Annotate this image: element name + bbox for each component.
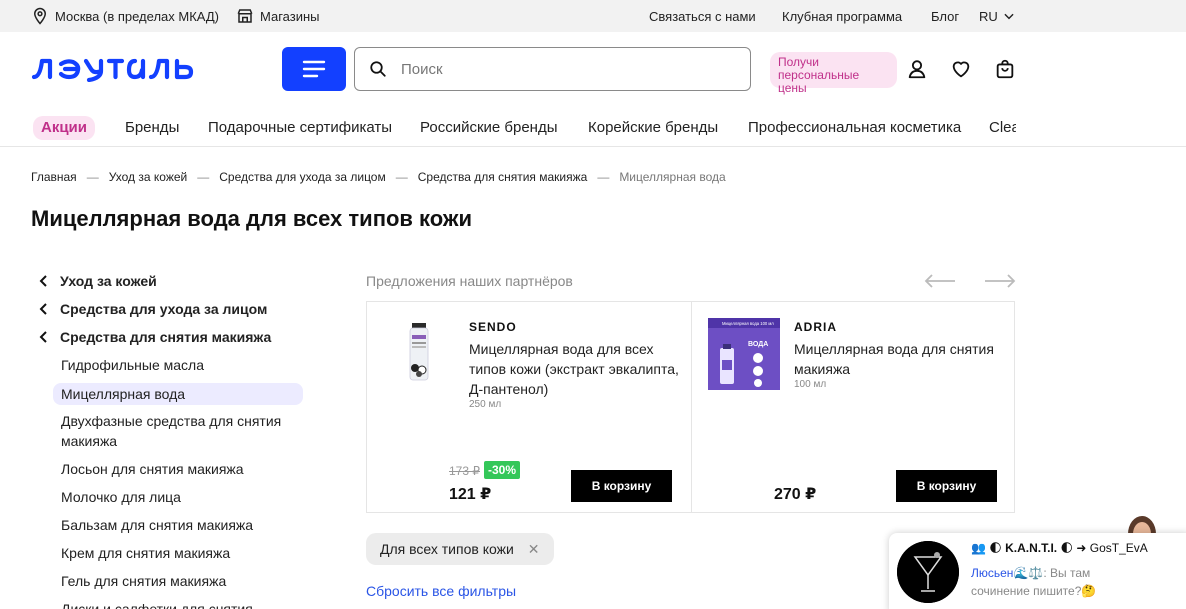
sidebar-item-milk[interactable]: Молочко для лица [61, 487, 311, 507]
catalog-menu-button[interactable] [282, 47, 346, 91]
personal-prices-promo[interactable]: Получи персональные цены [770, 52, 897, 95]
add-to-cart-button[interactable]: В корзину [571, 470, 672, 502]
header-divider [0, 146, 1186, 147]
chat-title-name: K.A.N.T.I. [1005, 541, 1058, 555]
sidebar-item-cleansing-oils[interactable]: Гидрофильные масла [61, 355, 311, 375]
arrow-right-icon[interactable] [984, 274, 1016, 288]
product-volume: 250 мл [469, 399, 502, 410]
sidebar-item-lotion[interactable]: Лосьон для снятия макияжа [61, 459, 311, 479]
sidebar-back-label: Уход за кожей [60, 273, 157, 289]
stores-label: Магазины [260, 8, 320, 24]
active-filter-chip[interactable]: Для всех типов кожи ✕ [366, 533, 554, 565]
language-select[interactable]: RU [979, 0, 1022, 32]
user-icon[interactable] [906, 58, 928, 80]
store-icon [237, 9, 253, 23]
breadcrumb-skincare[interactable]: Уход за кожей [109, 170, 188, 184]
product-volume: 100 мл [794, 379, 827, 390]
close-icon[interactable]: ✕ [528, 541, 540, 558]
product-price: 270 ₽ [774, 486, 817, 503]
blog-link[interactable]: Блог [931, 0, 959, 32]
chat-recipient: ➜ GosT_EvA [1076, 541, 1148, 555]
club-program-link[interactable]: Клубная программа [782, 0, 902, 32]
breadcrumb-separator: — [597, 170, 610, 184]
search-box[interactable] [354, 47, 751, 91]
product-price: 121 ₽ [449, 486, 492, 503]
sidebar-back-face-care[interactable]: Средства для ухода за лицом [36, 301, 267, 317]
arrow-left-icon[interactable] [924, 274, 956, 288]
menu-icon [302, 60, 326, 78]
cart-icon[interactable] [994, 58, 1016, 80]
product-image-adria: Мицеллярная вода 100 мл ВОДА [708, 318, 780, 390]
map-pin-icon [33, 7, 47, 25]
partners-title: Предложения наших партнёров [366, 273, 573, 289]
nav-item-brands[interactable]: Бренды [125, 116, 179, 140]
nav-item-korean-brands[interactable]: Корейские бренды [588, 116, 718, 140]
breadcrumb-home[interactable]: Главная [31, 170, 77, 184]
breadcrumb: Главная — Уход за кожей — Средства для у… [31, 170, 726, 184]
product-brand: ADRIA [794, 320, 837, 334]
old-price: 173 ₽ [449, 464, 480, 478]
sidebar-item-cream[interactable]: Крем для снятия макияжа [61, 543, 311, 563]
reset-filters-link[interactable]: Сбросить все фильтры [366, 583, 516, 599]
letual-logo[interactable] [31, 56, 203, 82]
nav-item-clean[interactable]: Clean [989, 116, 1016, 140]
chevron-down-icon [1004, 13, 1014, 20]
sidebar-back-skincare[interactable]: Уход за кожей [36, 273, 157, 289]
sidebar-back-makeup-removal[interactable]: Средства для снятия макияжа [36, 329, 271, 345]
location-label: Москва (в пределах МКАД) [55, 8, 220, 24]
group-icon: 👥 🌓 [971, 541, 1002, 555]
top-bar: Москва (в пределах МКАД) Магазины Связат… [0, 0, 1186, 32]
product-name[interactable]: Мицеллярная вода для снятия макияжа [794, 339, 1004, 379]
moon-icon: 🌓 [1060, 541, 1074, 555]
main-nav: Акции Бренды Подарочные сертификаты Росс… [0, 110, 1186, 146]
sidebar-item-biphase[interactable]: Двухфазные средства для снятия макияжа [61, 411, 311, 451]
adria-image-caption: Мицеллярная вода 100 мл [722, 321, 774, 326]
breadcrumb-separator: — [395, 170, 408, 184]
promo-line-2: персональные цены [778, 68, 860, 95]
contact-link[interactable]: Связаться с нами [649, 0, 756, 32]
sidebar-item-balm[interactable]: Бальзам для снятия макияжа [61, 515, 311, 535]
breadcrumb-face-care[interactable]: Средства для ухода за лицом [219, 170, 386, 184]
page-title: Мицеллярная вода для всех типов кожи [31, 206, 473, 231]
search-icon [370, 61, 386, 77]
sidebar-item-pads[interactable]: Диски и салфетки для снятия [61, 599, 311, 609]
location-link[interactable]: Москва (в пределах МКАД) [31, 0, 219, 32]
adria-image-word: ВОДА [748, 341, 768, 348]
chat-avatar [897, 541, 959, 603]
language-label: RU [979, 8, 998, 24]
filter-chip-label: Для всех типов кожи [380, 541, 514, 557]
header: Получи персональные цены [0, 32, 1186, 110]
product-image-sendo [409, 323, 429, 381]
nav-item-russian-brands[interactable]: Российские бренды [420, 116, 558, 140]
partner-offers: SENDO Мицеллярная вода для всех типов ко… [366, 301, 1015, 513]
sidebar-back-label: Средства для снятия макияжа [60, 329, 272, 345]
breadcrumb-separator: — [86, 170, 99, 184]
add-to-cart-button[interactable]: В корзину [896, 470, 997, 502]
product-brand: SENDO [469, 320, 517, 334]
breadcrumb-current: Мицеллярная вода [619, 170, 726, 184]
search-input[interactable] [401, 60, 701, 78]
product-card[interactable]: SENDO Мицеллярная вода для всех типов ко… [367, 302, 691, 512]
chat-message: Люсьен🌊⚖️: Вы там сочинение пишите?🤔 [971, 564, 1141, 600]
chat-sender: Люсьен [971, 566, 1014, 580]
chat-title: 👥 🌓 K.A.N.T.I. 🌓 ➜ GosT_EvA [971, 541, 1148, 555]
chevron-left-icon [36, 303, 50, 315]
nav-item-sales[interactable]: Акции [33, 116, 96, 140]
wave-icon: 🌊⚖️ [1013, 566, 1044, 580]
nav-item-professional[interactable]: Профессиональная косметика [748, 116, 961, 140]
chevron-left-icon [36, 331, 50, 343]
chat-notification[interactable]: 👥 🌓 K.A.N.T.I. 🌓 ➜ GosT_EvA Люсьен🌊⚖️: В… [889, 533, 1186, 609]
breadcrumb-separator: — [197, 170, 210, 184]
stores-link[interactable]: Магазины [236, 0, 320, 32]
sidebar-back-label: Средства для ухода за лицом [60, 301, 268, 317]
chevron-left-icon [36, 275, 50, 287]
sidebar-item-gel[interactable]: Гель для снятия макияжа [61, 571, 311, 591]
heart-icon[interactable] [950, 58, 972, 80]
product-card[interactable]: Мицеллярная вода 100 мл ВОДА ADRIA Мицел… [691, 302, 1015, 512]
breadcrumb-makeup-removal[interactable]: Средства для снятия макияжа [418, 170, 588, 184]
nav-item-gift-cards[interactable]: Подарочные сертификаты [208, 116, 392, 140]
discount-badge: -30% [484, 461, 521, 479]
product-name[interactable]: Мицеллярная вода для всех типов кожи (эк… [469, 339, 679, 399]
sidebar-item-micellar-water[interactable]: Мицеллярная вода [53, 383, 303, 405]
